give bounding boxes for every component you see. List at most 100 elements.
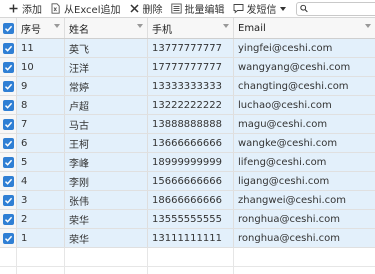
empty-grid-line	[64, 267, 65, 274]
row-checkbox[interactable]	[3, 99, 14, 111]
table-row[interactable]: 10 汪洋 17777777777 wangyang@ceshi.com	[0, 58, 375, 77]
row-checkbox[interactable]	[3, 42, 14, 54]
cell-index[interactable]: 6	[17, 134, 65, 152]
cell-index[interactable]: 10	[17, 58, 65, 76]
table-row[interactable]: 1 荣华 13111111111 ronghua@ceshi.com	[0, 229, 375, 248]
column-header-phone[interactable]: 手机	[148, 18, 234, 38]
cell-phone[interactable]: 13777777777	[148, 39, 234, 57]
cell-name[interactable]: 卢超	[65, 96, 148, 114]
table-row[interactable]: 9 常婷 13333333333 changting@ceshi.com	[0, 77, 375, 96]
row-checkbox[interactable]	[3, 80, 14, 92]
cell-index[interactable]: 8	[17, 96, 65, 114]
search-input-box[interactable]	[295, 1, 375, 16]
cell-phone[interactable]: 13222222222	[148, 96, 234, 114]
empty-grid-line	[147, 267, 148, 274]
table-row[interactable]: 6 王柯 13666666666 wangke@ceshi.com	[0, 134, 375, 153]
cell-phone[interactable]: 13555555555	[148, 210, 234, 228]
cell-email[interactable]: lifeng@ceshi.com	[234, 153, 375, 171]
cell-phone[interactable]: 13333333333	[148, 77, 234, 95]
row-select-cell[interactable]	[0, 77, 17, 95]
cell-phone[interactable]: 17777777777	[148, 58, 234, 76]
excel-add-button[interactable]: 从Excel追加	[46, 1, 125, 16]
row-checkbox[interactable]	[3, 156, 14, 168]
cell-name[interactable]: 荣华	[65, 210, 148, 228]
row-select-cell[interactable]	[0, 134, 17, 152]
row-select-cell[interactable]	[0, 229, 17, 247]
cell-name[interactable]: 马古	[65, 115, 148, 133]
cell-email[interactable]: ligang@ceshi.com	[234, 172, 375, 190]
column-header-index[interactable]: 序号	[17, 18, 65, 38]
cell-index[interactable]: 11	[17, 39, 65, 57]
row-checkbox[interactable]	[3, 118, 14, 130]
row-select-cell[interactable]	[0, 153, 17, 171]
cell-phone[interactable]: 15666666666	[148, 172, 234, 190]
row-select-cell[interactable]	[0, 210, 17, 228]
chevron-down-icon	[279, 6, 286, 11]
table-row[interactable]: 11 英飞 13777777777 yingfei@ceshi.com	[0, 39, 375, 58]
add-button[interactable]: 添加	[4, 1, 46, 16]
check-icon	[4, 197, 13, 204]
cell-index[interactable]: 3	[17, 191, 65, 209]
select-all-checkbox[interactable]	[3, 22, 14, 34]
table-row[interactable]: 2 荣华 13555555555 ronghua@ceshi.com	[0, 210, 375, 229]
cell-email[interactable]: magu@ceshi.com	[234, 115, 375, 133]
cell-index[interactable]: 1	[17, 229, 65, 247]
cell-email[interactable]: ronghua@ceshi.com	[234, 210, 375, 228]
cell-index[interactable]: 5	[17, 153, 65, 171]
cell-email[interactable]: ronghua@ceshi.com	[234, 229, 375, 247]
cell-name[interactable]: 李刚	[65, 172, 148, 190]
cell-index[interactable]: 2	[17, 210, 65, 228]
cell-name[interactable]: 张伟	[65, 191, 148, 209]
column-header-email[interactable]: Email	[234, 18, 375, 38]
row-select-cell[interactable]	[0, 172, 17, 190]
row-select-cell[interactable]	[0, 58, 17, 76]
row-checkbox[interactable]	[3, 137, 14, 149]
sort-arrow-icon[interactable]	[223, 24, 229, 28]
row-checkbox[interactable]	[3, 175, 14, 187]
cell-name[interactable]: 常婷	[65, 77, 148, 95]
sort-arrow-icon[interactable]	[137, 24, 143, 28]
table-row[interactable]: 3 张伟 18666666666 zhangwei@ceshi.com	[0, 191, 375, 210]
delete-label: 删除	[142, 5, 163, 16]
row-checkbox[interactable]	[3, 61, 14, 73]
cell-phone[interactable]: 13888888888	[148, 115, 234, 133]
row-checkbox[interactable]	[3, 194, 14, 206]
select-all-cell[interactable]	[0, 18, 17, 38]
cell-name[interactable]: 荣华	[65, 229, 148, 247]
cell-name[interactable]: 英飞	[65, 39, 148, 57]
table-row[interactable]: 5 李峰 18999999999 lifeng@ceshi.com	[0, 153, 375, 172]
sort-arrow-icon[interactable]	[365, 24, 371, 28]
cell-name[interactable]: 李峰	[65, 153, 148, 171]
table-row[interactable]: 7 马古 13888888888 magu@ceshi.com	[0, 115, 375, 134]
table-row[interactable]: 8 卢超 13222222222 luchao@ceshi.com	[0, 96, 375, 115]
search-input[interactable]	[310, 3, 375, 14]
row-select-cell[interactable]	[0, 191, 17, 209]
table-row[interactable]: 4 李刚 15666666666 ligang@ceshi.com	[0, 172, 375, 191]
cell-phone[interactable]: 13666666666	[148, 134, 234, 152]
row-select-cell[interactable]	[0, 115, 17, 133]
empty-row	[0, 267, 375, 274]
cell-email[interactable]: wangyang@ceshi.com	[234, 58, 375, 76]
batch-edit-button[interactable]: 批量编辑	[167, 1, 229, 16]
send-sms-button[interactable]: 发短信	[229, 1, 290, 16]
cell-name[interactable]: 王柯	[65, 134, 148, 152]
cell-email[interactable]: zhangwei@ceshi.com	[234, 191, 375, 209]
column-header-name[interactable]: 姓名	[65, 18, 148, 38]
sort-arrow-icon[interactable]	[54, 24, 60, 28]
cell-index[interactable]: 4	[17, 172, 65, 190]
cell-phone[interactable]: 13111111111	[148, 229, 234, 247]
row-checkbox[interactable]	[3, 232, 14, 244]
cell-email[interactable]: changting@ceshi.com	[234, 77, 375, 95]
cell-name[interactable]: 汪洋	[65, 58, 148, 76]
cell-phone[interactable]: 18999999999	[148, 153, 234, 171]
cell-email[interactable]: wangke@ceshi.com	[234, 134, 375, 152]
cell-phone[interactable]: 18666666666	[148, 191, 234, 209]
cell-email[interactable]: luchao@ceshi.com	[234, 96, 375, 114]
row-select-cell[interactable]	[0, 39, 17, 57]
cell-email[interactable]: yingfei@ceshi.com	[234, 39, 375, 57]
cell-index[interactable]: 7	[17, 115, 65, 133]
row-select-cell[interactable]	[0, 96, 17, 114]
row-checkbox[interactable]	[3, 213, 14, 225]
delete-button[interactable]: 删除	[125, 1, 167, 16]
cell-index[interactable]: 9	[17, 77, 65, 95]
